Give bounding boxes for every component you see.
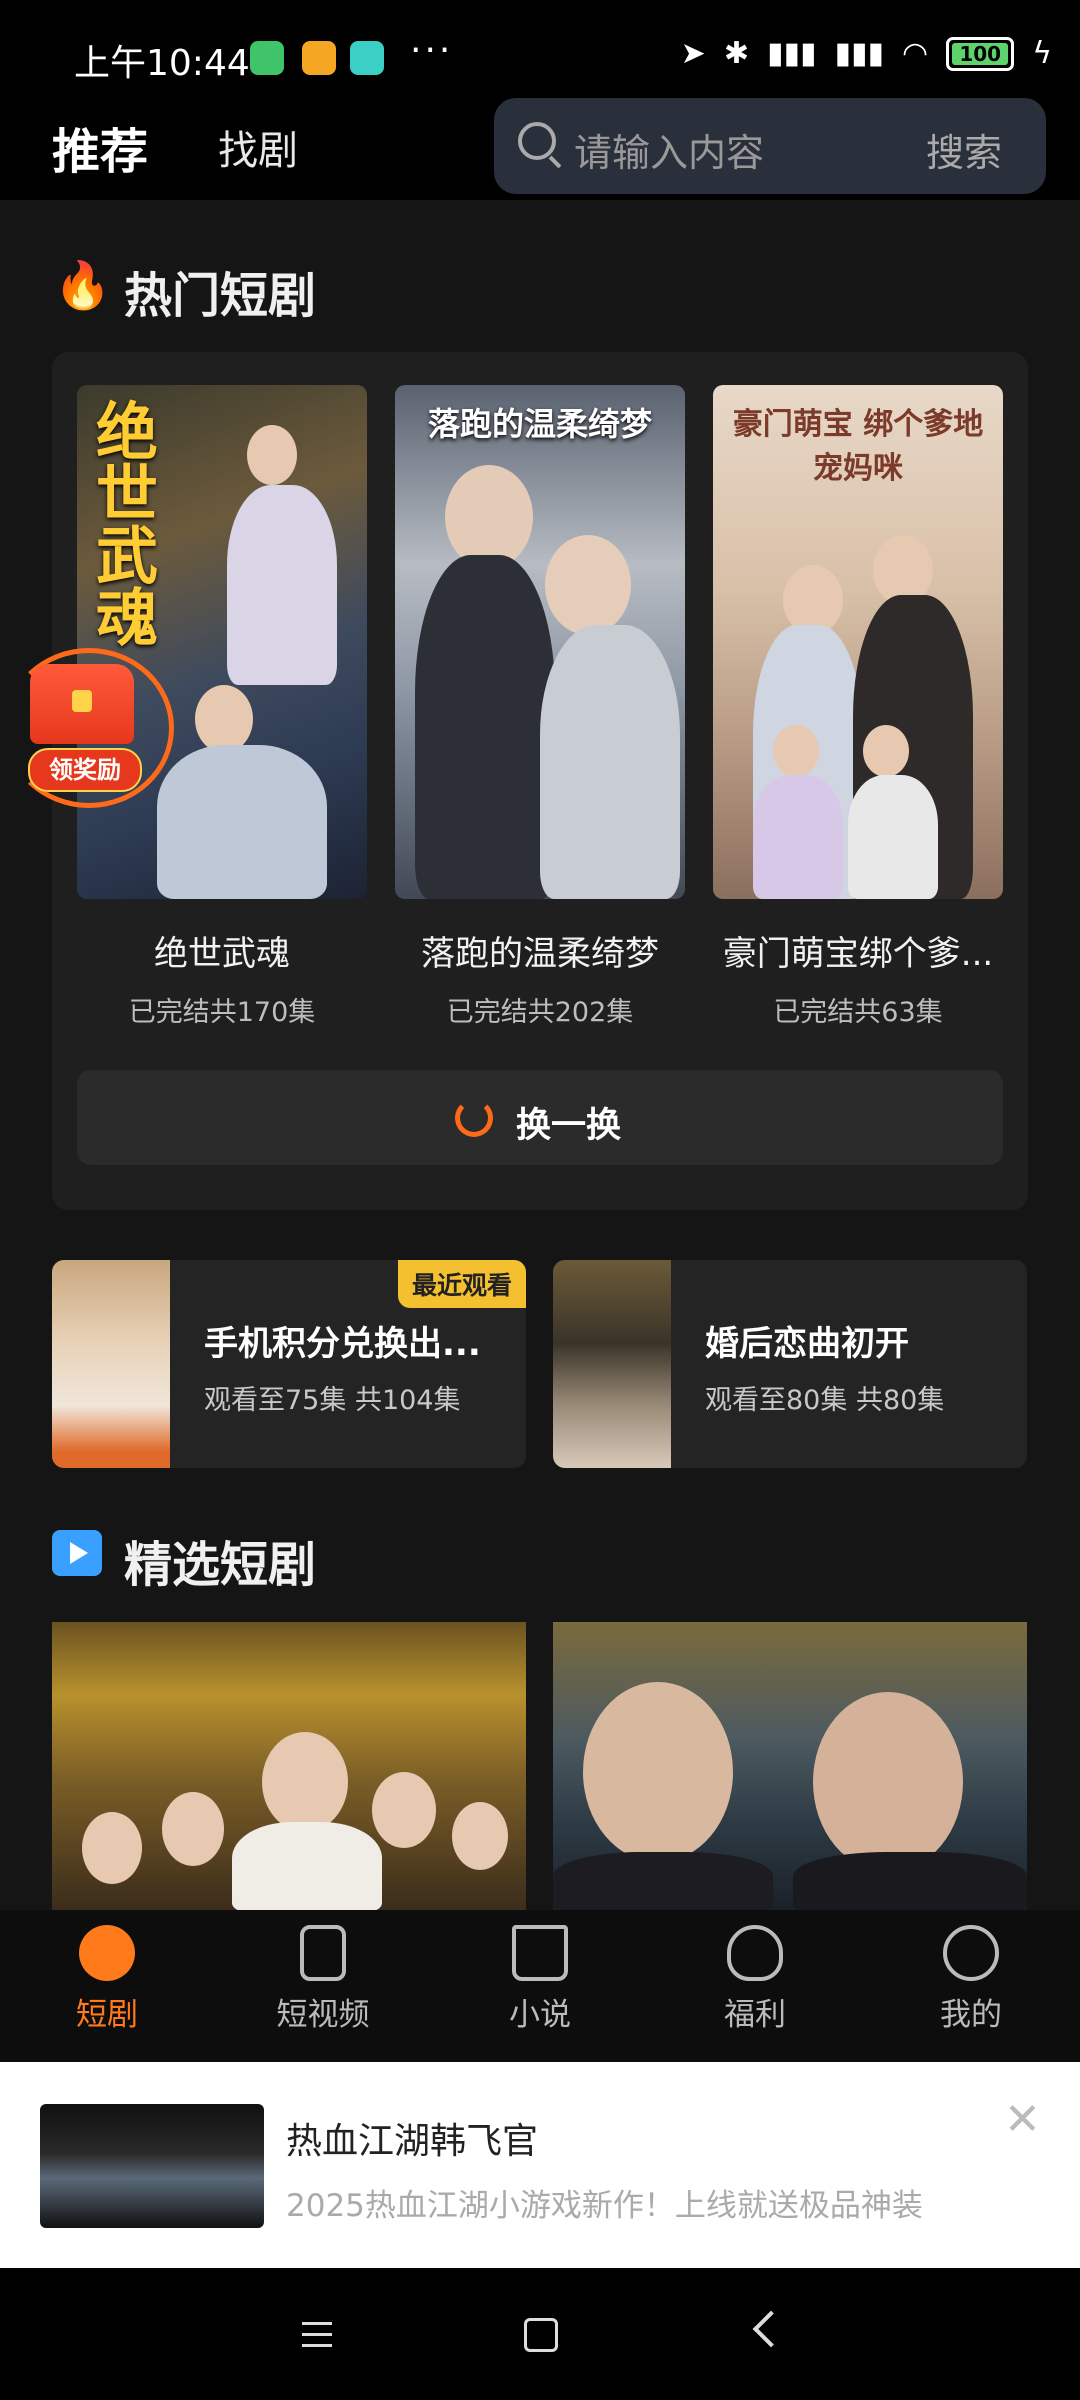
close-icon[interactable]: ✕: [1004, 2094, 1041, 2145]
status-time: 上午10:44: [74, 43, 250, 84]
nav-profile[interactable]: 我的: [896, 1925, 1046, 2034]
tab-find-drama[interactable]: 找剧: [218, 118, 298, 176]
charging-icon: ϟ: [1032, 36, 1052, 71]
drama-status: 已完结共202集: [446, 997, 634, 1028]
recent-progress: 观看至80集 共80集: [705, 1385, 945, 1416]
nav-drama[interactable]: 短剧: [32, 1925, 182, 2034]
poster-title: 落跑的温柔绮梦: [427, 405, 652, 443]
home-icon[interactable]: [524, 2318, 558, 2352]
bluetooth-icon: ✱: [723, 36, 749, 71]
fire-icon: 🔥: [54, 258, 112, 312]
nav-label: 我的: [940, 1997, 1002, 2033]
chest-lock-icon: [72, 690, 92, 712]
featured-section-title: 精选短剧: [124, 1537, 317, 1593]
recent-progress: 观看至75集 共104集: [204, 1385, 461, 1416]
book-icon: [512, 1925, 568, 1981]
recent-badge: 最近观看: [397, 1260, 526, 1308]
poster-title: 豪门萌宝 绑个爹地宠妈咪: [732, 407, 984, 486]
drama-title[interactable]: 豪门萌宝绑个爹...: [700, 926, 1016, 975]
tab-recommend[interactable]: 推荐: [52, 112, 148, 182]
drama-poster[interactable]: 豪门萌宝 绑个爹地宠妈咪: [713, 385, 1003, 899]
recent-watch-card[interactable]: 婚后恋曲初开 观看至80集 共80集: [553, 1260, 1027, 1468]
ad-description: 2025热血江湖小游戏新作！上线就送极品神装: [286, 2188, 923, 2224]
featured-poster[interactable]: [52, 1622, 526, 1912]
wifi-icon: ◠: [902, 36, 929, 71]
nav-label: 短视频: [276, 1997, 370, 2033]
ad-title[interactable]: 热血江湖韩飞官: [286, 2112, 538, 2164]
search-input[interactable]: 请输入内容: [574, 122, 764, 177]
drama-status: 已完结共63集: [773, 997, 943, 1028]
hot-section-title: 热门短剧: [124, 268, 317, 324]
drama-status: 已完结共170集: [128, 997, 316, 1028]
reward-label[interactable]: 领奖励: [28, 748, 142, 792]
recent-thumbnail: [553, 1260, 671, 1468]
refresh-label: 换一换: [516, 1106, 622, 1146]
nav-label: 短剧: [76, 1997, 138, 2033]
recent-title: 手机积分兑换出...: [204, 1324, 481, 1364]
nav-short-video[interactable]: 短视频: [248, 1925, 398, 2034]
featured-poster[interactable]: [553, 1622, 1027, 1912]
recent-title: 婚后恋曲初开: [705, 1324, 909, 1364]
recent-thumbnail: [52, 1260, 170, 1468]
more-notifications-icon: ···: [410, 30, 454, 71]
status-icons: ➤ ✱ ▮▮▮ ▮▮▮ ◠ 100 ϟ: [681, 36, 1052, 71]
menu-icon[interactable]: [302, 2322, 332, 2355]
app-notification-icon: [250, 41, 284, 75]
search-icon: [518, 122, 556, 160]
gift-icon: [727, 1925, 783, 1981]
drama-icon: [79, 1925, 135, 1981]
refresh-icon: [455, 1099, 493, 1137]
note-notification-icon: [302, 41, 336, 75]
poster-title: 绝世武魂: [85, 399, 158, 647]
location-icon: ➤: [680, 36, 706, 71]
play-icon: [52, 1530, 102, 1576]
profile-icon: [943, 1925, 999, 1981]
battery-icon: 100: [946, 36, 1015, 71]
drama-title[interactable]: 落跑的温柔绮梦: [382, 926, 698, 975]
nav-label: 福利: [724, 1997, 786, 2033]
drama-poster[interactable]: 绝世武魂: [77, 385, 367, 899]
signal-2-icon: ▮▮▮: [834, 36, 885, 71]
recent-watch-card[interactable]: 最近观看 手机积分兑换出... 观看至75集 共104集: [52, 1260, 526, 1468]
search-button[interactable]: 搜索: [926, 122, 1002, 177]
battery-level: 100: [952, 42, 1009, 65]
nav-welfare[interactable]: 福利: [680, 1925, 830, 2034]
ad-thumbnail[interactable]: [40, 2104, 264, 2228]
nav-label: 小说: [509, 1997, 571, 2033]
send-notification-icon: [350, 41, 384, 75]
drama-title[interactable]: 绝世武魂: [64, 926, 380, 975]
signal-icon: ▮▮▮: [766, 36, 817, 71]
video-icon: [300, 1925, 346, 1981]
drama-poster[interactable]: 落跑的温柔绮梦: [395, 385, 685, 899]
nav-novel[interactable]: 小说: [465, 1925, 615, 2034]
